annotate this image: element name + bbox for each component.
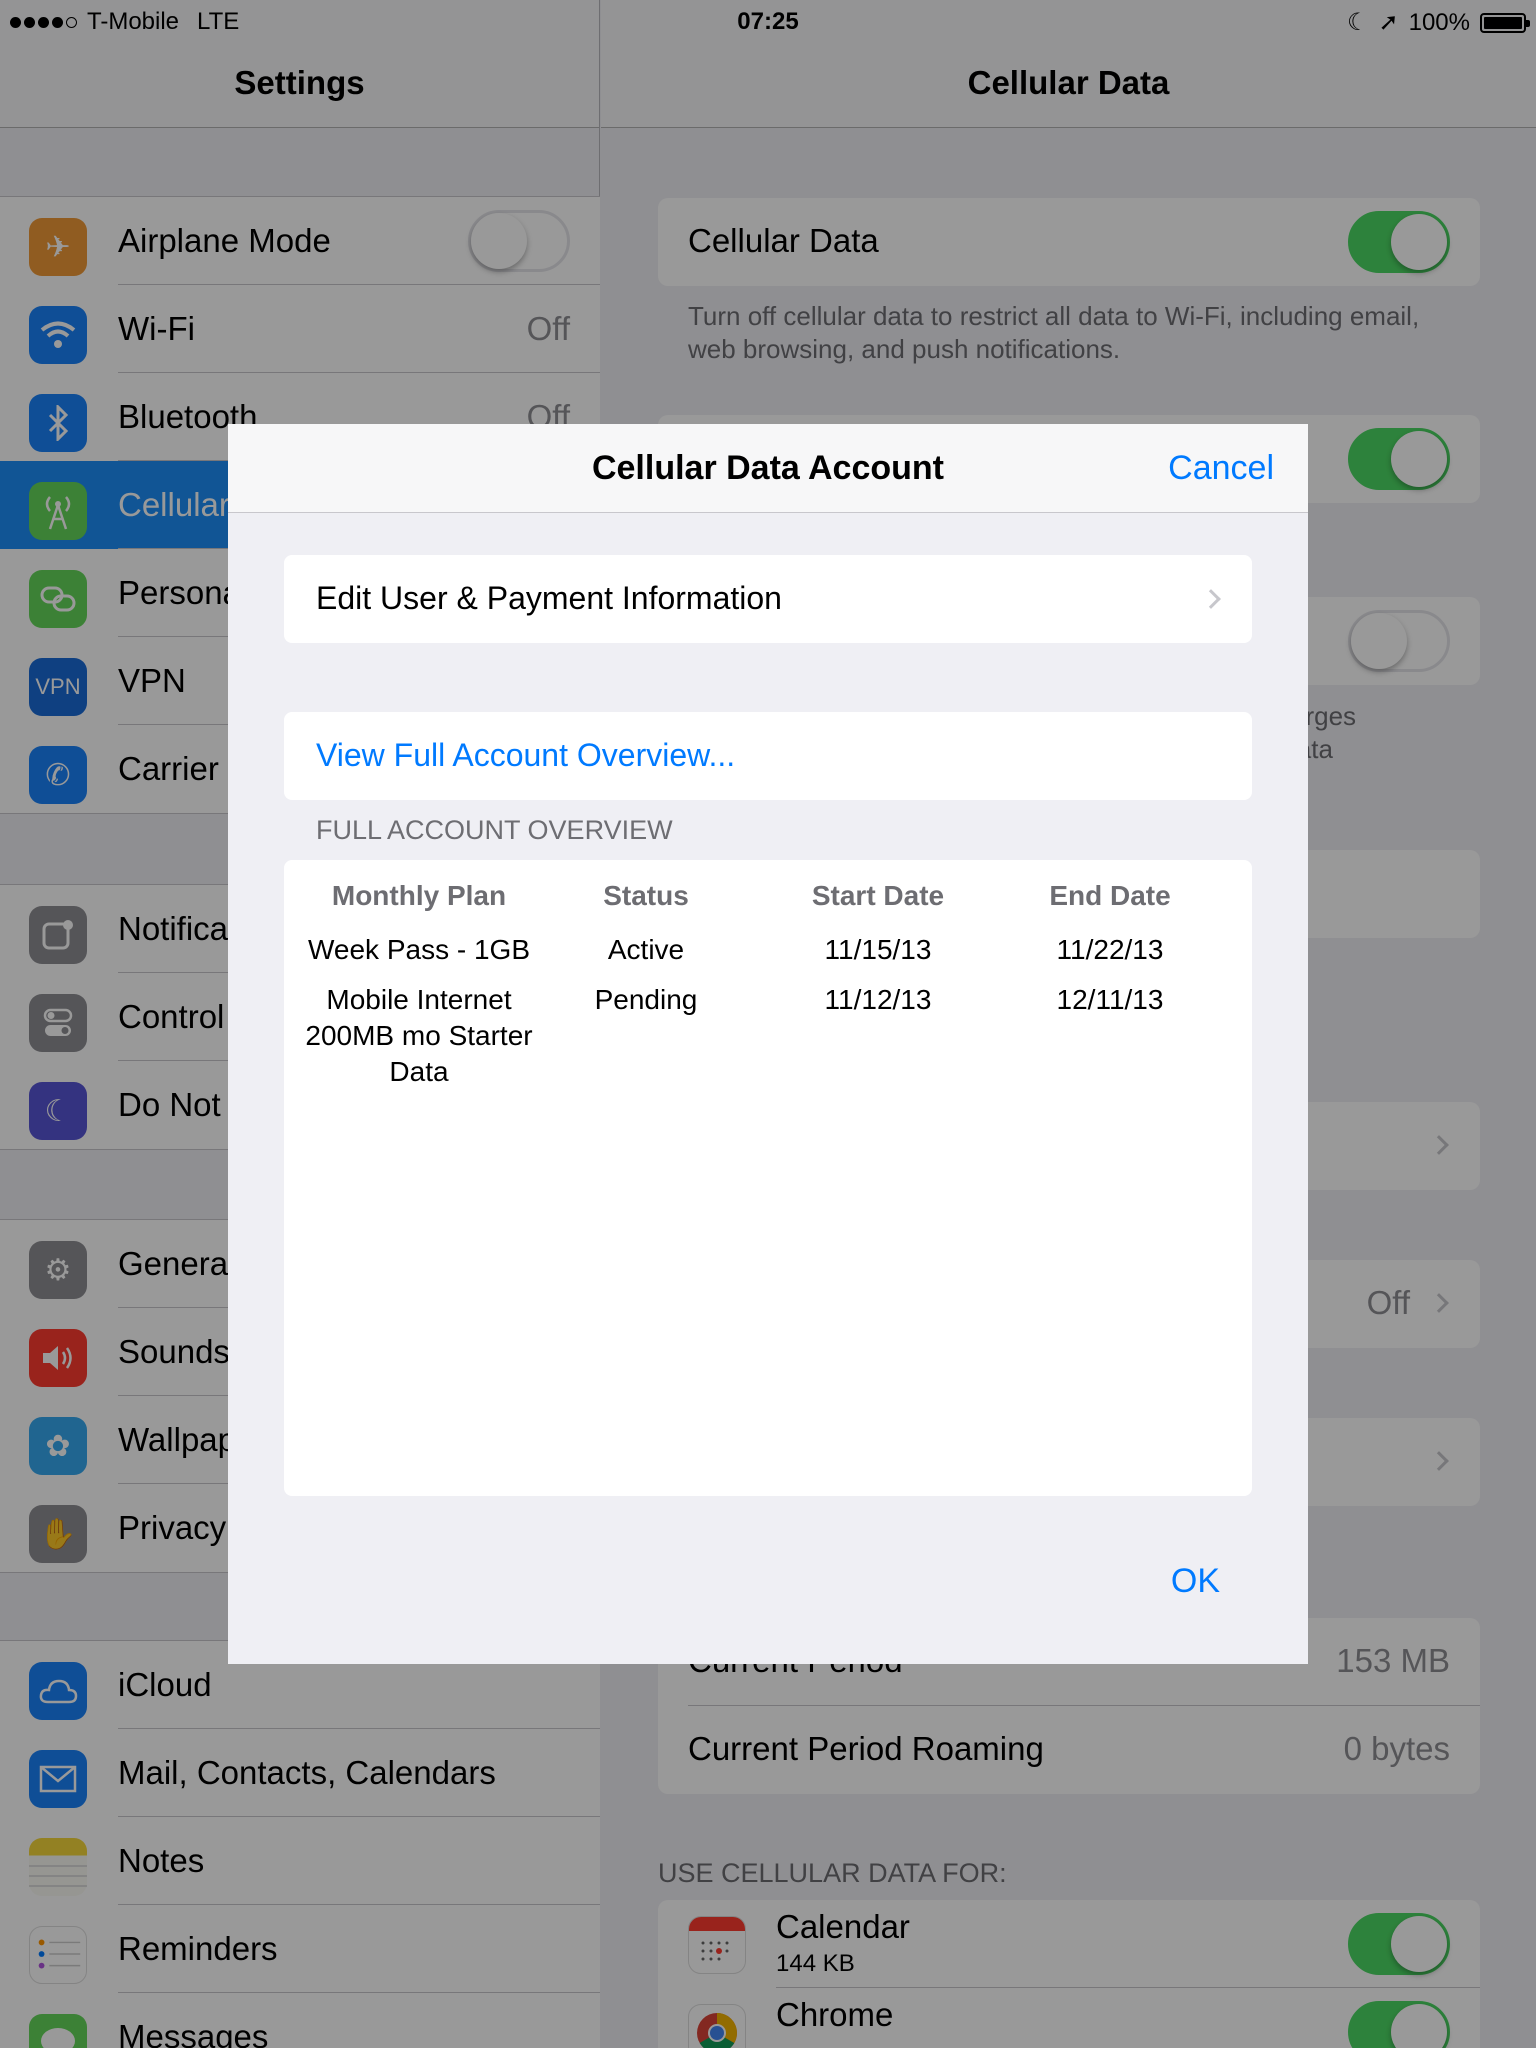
account-overview-table: Monthly Plan Status Start Date End Date … — [284, 860, 1252, 1496]
table-cell: Active — [607, 934, 685, 965]
modal-header: Cellular Data Account Cancel — [228, 424, 1308, 513]
column-header: End Date — [1049, 880, 1171, 911]
ok-button[interactable]: OK — [1171, 1562, 1220, 1601]
table-cell: 11/22/13 — [1056, 934, 1164, 965]
table-cell: Week Pass - 1GB — [307, 934, 530, 965]
battery-icon — [1480, 12, 1530, 33]
status-bar: T-Mobile LTE 07:25 ☾ ➚ 100% — [0, 0, 1536, 40]
status-right: ☾ ➚ 100% — [1346, 8, 1530, 37]
moon-icon: ☾ — [1346, 9, 1369, 36]
table-cell: 11/15/13 — [824, 934, 932, 965]
full-account-overview-header: FULL ACCOUNT OVERVIEW — [316, 815, 673, 845]
column-header: Monthly Plan — [331, 880, 507, 911]
view-full-account-link[interactable]: View Full Account Overview... — [284, 712, 1252, 800]
table-cell: 12/11/13 — [1056, 984, 1164, 1015]
column-header: Status — [603, 880, 689, 911]
cancel-button[interactable]: Cancel — [1168, 449, 1274, 488]
modal-title: Cellular Data Account — [591, 449, 945, 487]
table-cell: 11/12/13 — [824, 984, 932, 1015]
clock: 07:25 — [737, 8, 799, 35]
battery-percent: 100% — [1408, 8, 1470, 36]
edit-user-payment-row[interactable]: Edit User & Payment Information — [284, 555, 1252, 643]
chevron-right-icon — [1201, 589, 1221, 609]
table-cell: Pending — [594, 984, 698, 1015]
column-header: Start Date — [811, 880, 945, 911]
location-arrow-icon: ➚ — [1378, 9, 1399, 36]
cellular-data-account-modal: Cellular Data Account Cancel Edit User &… — [228, 424, 1308, 1664]
table-cell: Mobile Internet 200MB mo Starter Data — [305, 984, 533, 1087]
